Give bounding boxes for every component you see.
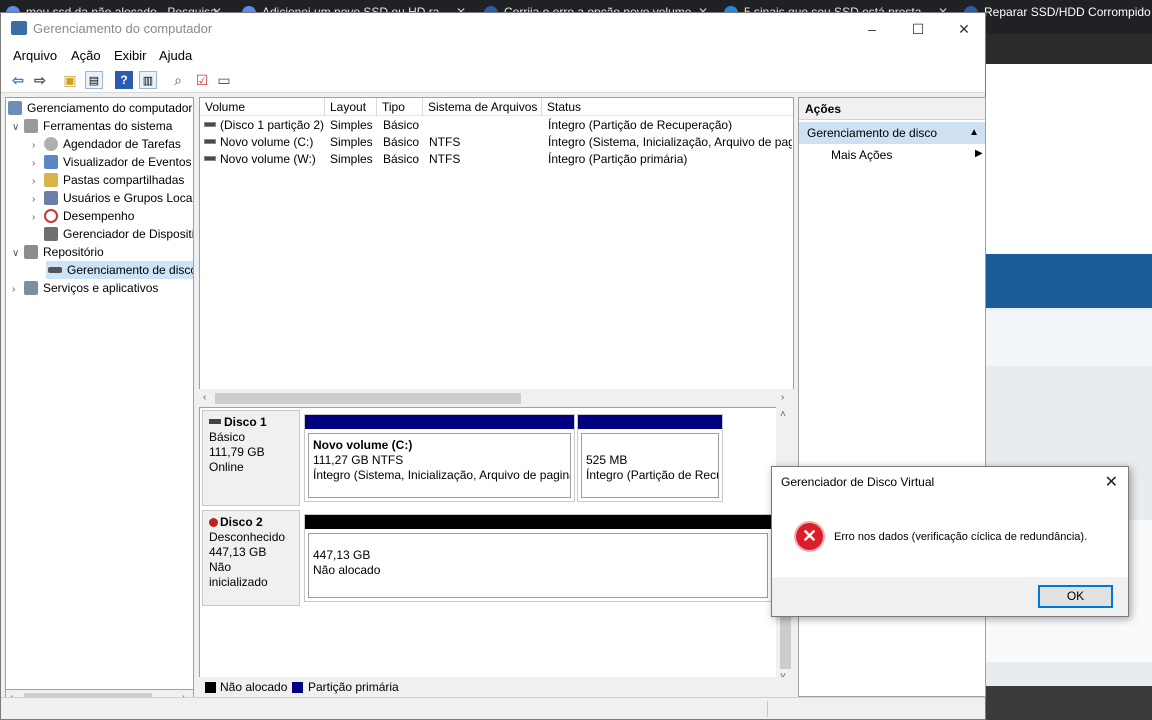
computer-management-icon <box>11 21 27 35</box>
volume-icon <box>204 156 216 161</box>
chevron-down-icon[interactable]: ∨ <box>12 245 24 263</box>
users-icon <box>44 191 58 205</box>
menu-arquivo[interactable]: Arquivo <box>13 48 57 63</box>
computer-management-icon <box>8 101 22 115</box>
shared-folder-icon <box>44 173 58 187</box>
legend-label: Não alocado <box>220 680 288 694</box>
browser-toolbar <box>986 34 1152 64</box>
legend-label: Partição primária <box>308 680 399 694</box>
disk-2-label[interactable]: Disco 2 Desconhecido 447,13 GB Não inici… <box>202 510 300 606</box>
device-manager-icon <box>44 227 58 241</box>
scroll-right-icon[interactable]: › <box>781 392 784 403</box>
close-icon[interactable]: ✕ <box>1105 472 1118 492</box>
actions-section-disk-management[interactable]: Gerenciamento de disco ▲ <box>799 122 985 144</box>
maximize-button[interactable]: ☐ <box>895 13 941 45</box>
legend-swatch-unallocated <box>205 682 216 693</box>
storage-icon <box>24 245 38 259</box>
disk-1-label[interactable]: Disco 1 Básico 111,79 GB Online <box>202 410 300 506</box>
column-header-tipo[interactable]: Tipo <box>377 98 423 116</box>
tree-item-servicos[interactable]: › Serviços e aplicativos <box>12 279 158 297</box>
scroll-up-icon[interactable]: ˄ <box>780 409 786 420</box>
column-header-sistema-arquivos[interactable]: Sistema de Arquivos <box>423 98 542 116</box>
status-bar <box>1 697 985 719</box>
column-header-layout[interactable]: Layout <box>325 98 377 116</box>
dialog-title: Gerenciador de Disco Virtual <box>781 475 935 489</box>
column-header-volume[interactable]: Volume <box>200 98 325 116</box>
tree-item-visualizador[interactable]: › Visualizador de Eventos <box>32 153 192 171</box>
clock-icon <box>44 137 58 151</box>
more-actions-item[interactable]: Mais Ações ▶ <box>831 148 983 162</box>
column-header-status[interactable]: Status <box>542 98 793 116</box>
error-icon: ✕ <box>794 521 825 552</box>
tools-icon <box>24 119 38 133</box>
scroll-left-icon[interactable]: ‹ <box>203 392 206 403</box>
show-hide-tree-icon[interactable]: ▤ <box>85 71 103 89</box>
disk-map: Disco 1 Básico 111,79 GB Online Novo vol… <box>199 407 794 699</box>
partition-unallocated[interactable]: 447,13 GB Não alocado <box>304 514 772 602</box>
error-disk-icon <box>209 518 218 527</box>
tree-item-agendador[interactable]: › Agendador de Tarefas <box>32 135 181 153</box>
window-title: Gerenciamento do computador <box>33 21 213 36</box>
tree-item-pastas[interactable]: › Pastas compartilhadas <box>32 171 184 189</box>
disk-legend: Não alocado Partição primária <box>199 677 794 697</box>
web-banner <box>986 254 1152 308</box>
web-content <box>986 310 1152 366</box>
submenu-arrow-icon: ▶ <box>975 148 983 159</box>
forward-arrow-icon[interactable]: ⇨ <box>31 71 49 89</box>
menu-ajuda[interactable]: Ajuda <box>159 48 192 63</box>
scroll-thumb[interactable] <box>780 613 791 669</box>
collapse-up-icon[interactable]: ▲ <box>969 122 979 144</box>
unallocated-bar <box>305 515 771 529</box>
ok-button[interactable]: OK <box>1038 585 1113 608</box>
help-icon[interactable]: ? <box>115 71 133 89</box>
disk-icon <box>209 419 221 424</box>
partition-recovery[interactable]: 525 MB Íntegro (Partição de Recuperação) <box>577 414 723 502</box>
primary-partition-bar <box>578 415 722 429</box>
tree-root[interactable]: Gerenciamento do computador (Local) <box>8 99 193 117</box>
dialog-message: Erro nos dados (verificação cíclica de r… <box>834 531 1088 543</box>
volume-icon <box>204 139 216 144</box>
menu-exibir[interactable]: Exibir <box>114 48 147 63</box>
menu-bar: Arquivo Ação Exibir Ajuda <box>1 45 985 67</box>
volume-list: Volume Layout Tipo Sistema de Arquivos S… <box>199 97 794 397</box>
tree-item-gerenciamento-disco[interactable]: Gerenciamento de disco <box>46 261 193 279</box>
browser-tab[interactable]: Reparar SSD/HDD Corrompido <box>958 0 1152 34</box>
toolbar: ⇦ ⇨ ▣ ▤ ? ▥ ⌕ ☑ ▭ <box>1 67 985 93</box>
web-content <box>986 64 1152 254</box>
menu-acao[interactable]: Ação <box>71 48 101 63</box>
primary-partition-bar <box>305 415 574 429</box>
disk-icon <box>48 267 62 273</box>
up-folder-icon[interactable]: ▣ <box>61 71 79 89</box>
tree-item-usuarios[interactable]: › Usuários e Grupos Locais <box>32 189 193 207</box>
actions-header: Ações <box>799 98 985 120</box>
partition-c[interactable]: Novo volume (C:) 111,27 GB NTFS Íntegro … <box>304 414 575 502</box>
connect-icon[interactable]: ⌕ <box>169 71 187 89</box>
legend-swatch-primary <box>292 682 303 693</box>
event-viewer-icon <box>44 155 58 169</box>
properties-icon[interactable]: ▭ <box>215 71 233 89</box>
services-icon <box>24 281 38 295</box>
check-icon[interactable]: ☑ <box>193 71 211 89</box>
volume-icon <box>204 122 216 127</box>
tree-item-gerenciador-dispositivos[interactable]: Gerenciador de Dispositivos <box>32 225 193 243</box>
tree-item-repositorio[interactable]: ∨ Repositório <box>12 243 104 261</box>
title-bar[interactable]: Gerenciamento do computador – ☐ ✕ <box>1 13 985 45</box>
scroll-thumb[interactable] <box>215 393 521 404</box>
chevron-right-icon[interactable]: › <box>12 281 24 299</box>
tree-item-ferramentas[interactable]: ∨ Ferramentas do sistema <box>12 117 172 135</box>
web-footer <box>986 686 1152 720</box>
console-tree: Gerenciamento do computador (Local) ∨Fer… <box>5 97 194 697</box>
tree-item-desempenho[interactable]: › Desempenho <box>32 207 134 225</box>
show-action-pane-icon[interactable]: ▥ <box>139 71 157 89</box>
back-arrow-icon[interactable]: ⇦ <box>9 71 27 89</box>
chevron-down-icon[interactable]: ∨ <box>12 119 24 137</box>
performance-icon <box>44 209 58 223</box>
volume-list-horizontal-scrollbar[interactable]: ‹ › <box>199 389 794 407</box>
close-button[interactable]: ✕ <box>941 13 987 45</box>
error-dialog: Gerenciador de Disco Virtual ✕ ✕ Erro no… <box>771 466 1129 617</box>
minimize-button[interactable]: – <box>849 13 895 45</box>
